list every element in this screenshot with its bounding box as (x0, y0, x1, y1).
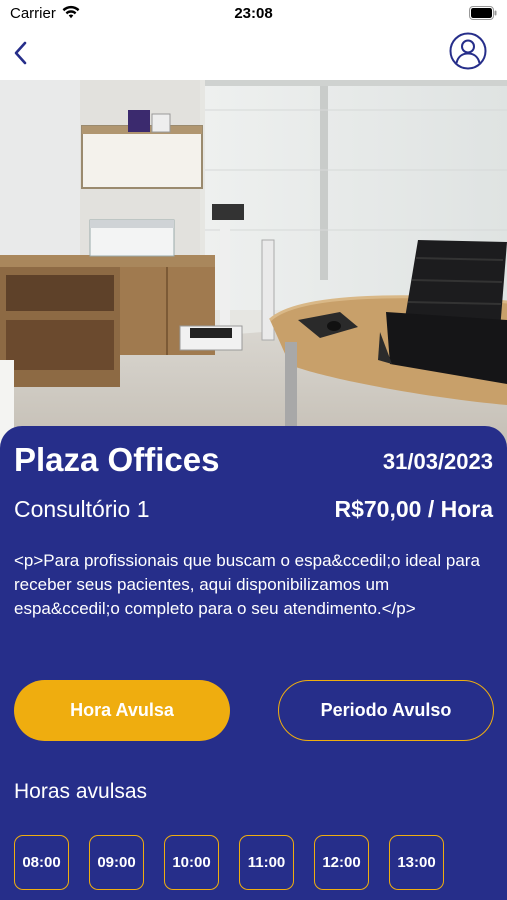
time-slot-1200[interactable]: 12:00 (314, 835, 369, 890)
hora-avulsa-button[interactable]: Hora Avulsa (14, 680, 230, 741)
room-name: Consultório 1 (14, 496, 150, 522)
profile-button[interactable] (449, 32, 487, 70)
back-button[interactable] (8, 36, 34, 70)
nav-bar (0, 28, 507, 80)
time-slot-0800[interactable]: 08:00 (14, 835, 69, 890)
periodo-avulso-button[interactable]: Periodo Avulso (278, 680, 494, 741)
listing-card: Plaza Offices 31/03/2023 Consultório 1 R… (0, 426, 507, 900)
slots-section-label: Horas avulsas (14, 780, 148, 803)
battery-icon (469, 6, 497, 20)
status-time: 23:08 (234, 5, 273, 22)
chevron-left-icon (14, 41, 27, 65)
status-bar: Carrier 23:08 (0, 0, 507, 28)
time-slot-1000[interactable]: 10:00 (164, 835, 219, 890)
listing-date: 31/03/2023 (382, 449, 493, 474)
time-slot-1100[interactable]: 11:00 (239, 835, 294, 890)
listing-description: <p>Para profissionais que buscam o espa&… (14, 551, 480, 618)
office-photo (0, 80, 507, 450)
time-slot-list: 08:00 09:00 10:00 11:00 12:00 13:00 (14, 835, 444, 890)
user-circle-icon (449, 32, 487, 70)
listing-title: Plaza Offices (14, 441, 220, 478)
time-slot-0900[interactable]: 09:00 (89, 835, 144, 890)
time-slot-1300[interactable]: 13:00 (389, 835, 444, 890)
hourly-price: R$70,00 / Hora (334, 496, 493, 522)
